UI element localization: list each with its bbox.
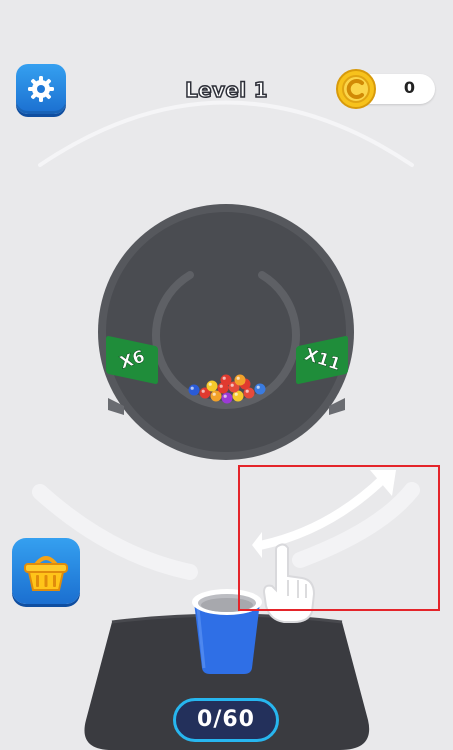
highlight-box [238, 465, 440, 611]
curved-arrow-icon [252, 470, 396, 558]
